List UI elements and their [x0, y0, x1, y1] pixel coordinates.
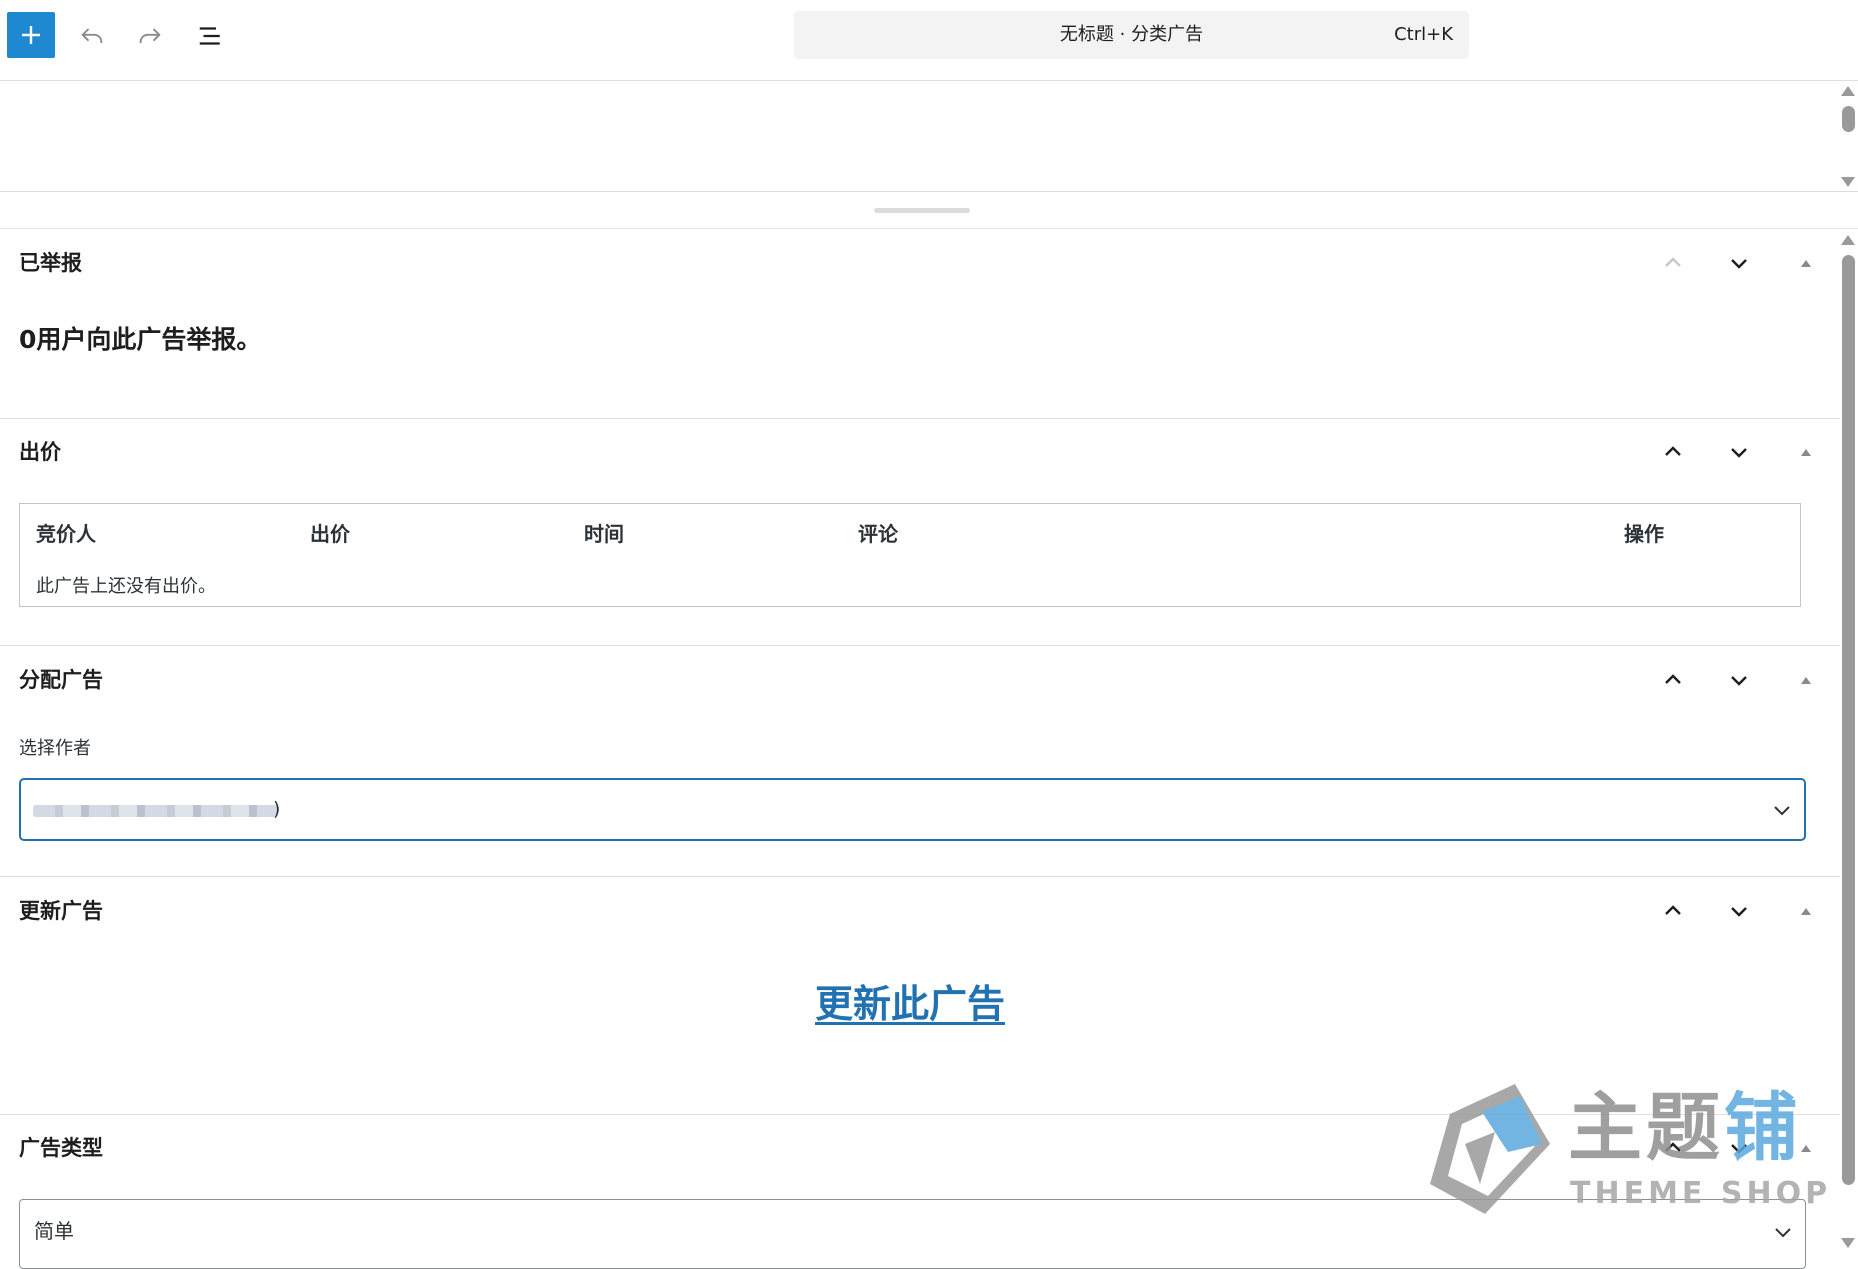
toggle-panel-button[interactable] [1788, 1130, 1824, 1166]
column-header-actions: 操作 [1624, 522, 1664, 546]
toggle-panel-button[interactable] [1788, 245, 1824, 281]
metabox-title: 已举报 [19, 251, 82, 275]
ad-type-select[interactable]: 简单 [19, 1199, 1806, 1269]
metabox-reported-header: 已举报 [0, 233, 1840, 293]
post-content-area[interactable] [0, 81, 1858, 192]
undo-button[interactable] [70, 14, 114, 58]
metabox-separator [0, 876, 1840, 877]
divider [0, 228, 1858, 229]
metabox-update-header: 更新广告 [0, 881, 1840, 941]
meta-scroll-up-arrow[interactable] [1841, 235, 1855, 245]
upper-scrollbar-thumb[interactable] [1842, 106, 1855, 132]
metabox-bids-header: 出价 [0, 422, 1840, 482]
upper-scroll-down-arrow[interactable] [1841, 177, 1855, 187]
column-header-time: 时间 [584, 522, 624, 546]
chevron-down-icon [1731, 259, 1747, 269]
chevron-down-icon [1731, 448, 1747, 458]
move-down-button[interactable] [1721, 662, 1757, 698]
toggle-panel-button[interactable] [1788, 662, 1824, 698]
command-palette-bar[interactable]: 无标题 · 分类广告 Ctrl+K [794, 11, 1469, 59]
list-view-icon [199, 27, 220, 45]
chevron-down-icon [1731, 1144, 1747, 1154]
triangle-up-icon [1801, 449, 1811, 456]
chevron-up-icon [1665, 446, 1681, 456]
update-ad-link[interactable]: 更新此广告 [0, 973, 1820, 1028]
document-overview-button[interactable] [189, 14, 233, 58]
author-select-suffix: ) [273, 798, 281, 820]
editor-toolbar: 无标题 · 分类广告 Ctrl+K [0, 0, 1858, 81]
chevron-down-icon [1731, 676, 1747, 686]
metabox-title: 更新广告 [19, 899, 103, 923]
triangle-up-icon [1801, 1145, 1811, 1152]
move-down-button[interactable] [1721, 1130, 1757, 1166]
move-up-button[interactable] [1655, 245, 1691, 281]
triangle-up-icon [1801, 908, 1811, 915]
metabox-assign-header: 分配广告 [0, 650, 1840, 710]
chevron-up-icon [1665, 1142, 1681, 1152]
move-down-button[interactable] [1721, 434, 1757, 470]
undo-icon [81, 28, 103, 43]
bids-table: 竞价人 出价 时间 评论 操作 此广告上还没有出价。 [19, 503, 1801, 607]
meta-scrollbar-thumb[interactable] [1842, 255, 1855, 1185]
chevron-down-icon [1775, 1228, 1791, 1238]
metabox-title: 分配广告 [19, 668, 103, 692]
move-up-button[interactable] [1655, 893, 1691, 929]
triangle-up-icon [1801, 677, 1811, 684]
add-block-button[interactable] [7, 12, 55, 58]
column-header-bidder: 竞价人 [36, 522, 96, 546]
move-up-button[interactable] [1655, 434, 1691, 470]
move-up-button[interactable] [1655, 662, 1691, 698]
chevron-up-icon [1665, 674, 1681, 684]
chevron-up-icon [1665, 905, 1681, 915]
chevron-down-icon [1774, 806, 1790, 816]
metabox-title: 出价 [19, 440, 61, 464]
redo-button[interactable] [128, 14, 172, 58]
author-select[interactable]: ) [19, 778, 1806, 841]
chevron-up-icon [1665, 257, 1681, 267]
blurred-author-name [33, 805, 278, 817]
move-down-button[interactable] [1721, 245, 1757, 281]
metabox-separator [0, 645, 1840, 646]
toggle-panel-button[interactable] [1788, 893, 1824, 929]
triangle-up-icon [1801, 260, 1811, 267]
shortcut-hint: Ctrl+K [1394, 24, 1453, 45]
column-header-comment: 评论 [858, 522, 898, 546]
select-author-label: 选择作者 [19, 738, 91, 759]
metabox-separator [0, 418, 1840, 419]
metabox-title: 广告类型 [19, 1136, 103, 1160]
toggle-panel-button[interactable] [1788, 434, 1824, 470]
metabox-ad-type-header: 广告类型 [0, 1118, 1840, 1178]
document-title: 无标题 · 分类广告 [1059, 24, 1204, 45]
upper-scroll-up-arrow[interactable] [1841, 86, 1855, 96]
meta-scroll-down-arrow[interactable] [1841, 1238, 1855, 1248]
redo-icon [139, 28, 161, 43]
plus-icon [22, 26, 40, 44]
chevron-down-icon [1731, 907, 1747, 917]
column-header-bid: 出价 [310, 522, 350, 546]
report-count-text: 0用户向此广告举报。 [19, 325, 262, 354]
move-down-button[interactable] [1721, 893, 1757, 929]
move-up-button[interactable] [1655, 1130, 1691, 1166]
ad-type-selected-value: 简单 [34, 1219, 74, 1243]
metabox-separator [0, 1114, 1840, 1115]
pane-resize-handle[interactable] [874, 208, 970, 213]
empty-state-text: 此广告上还没有出价。 [36, 576, 216, 597]
